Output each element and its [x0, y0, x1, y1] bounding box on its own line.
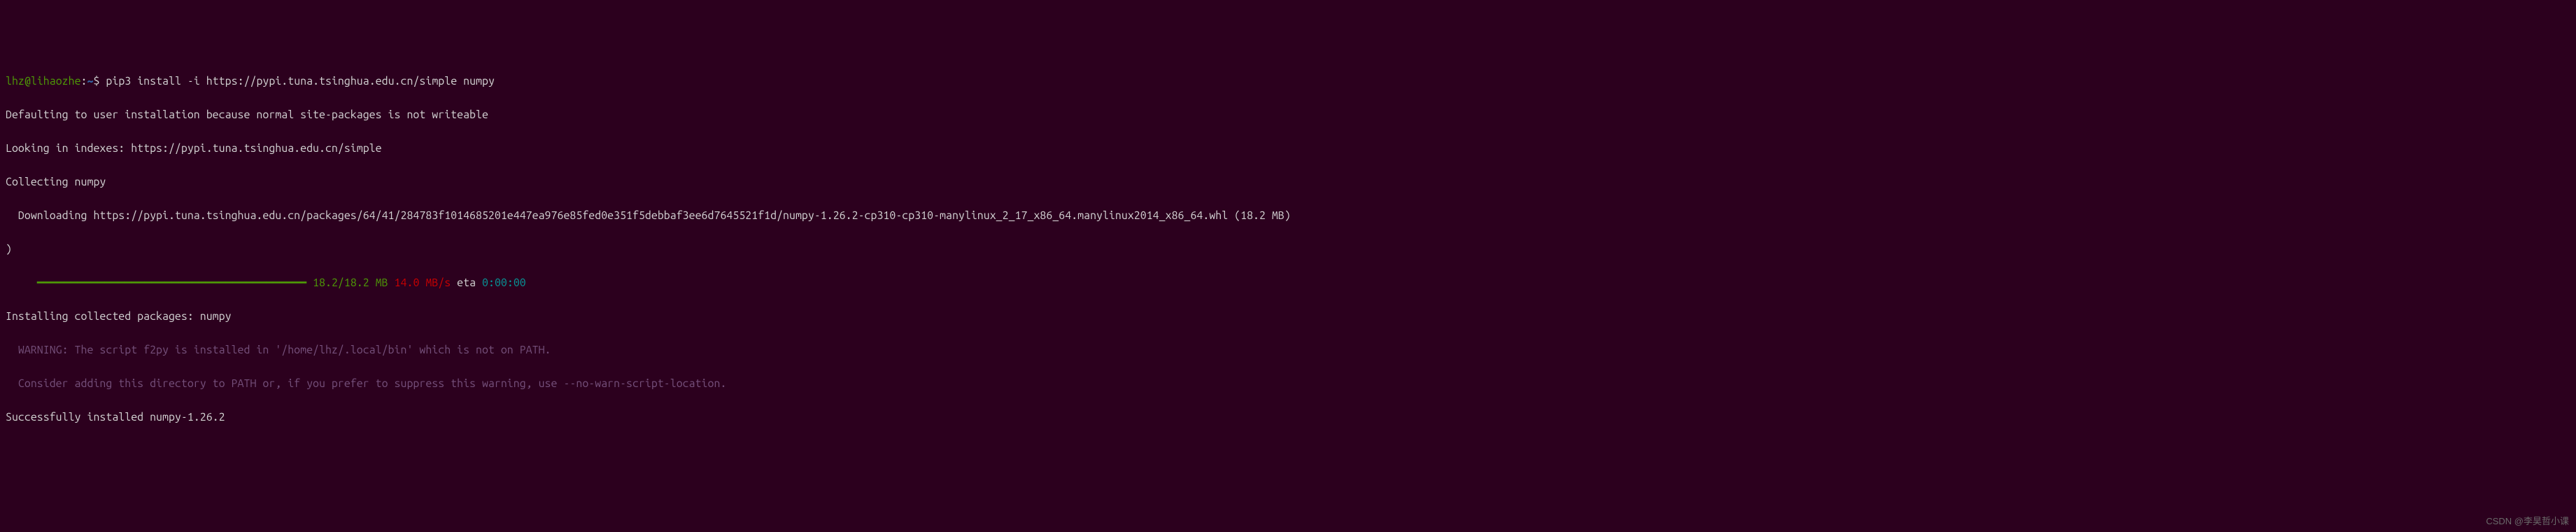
progress-line: ━━━━━━━━━━━━━━━━━━━━━━━━━━━━━━━━━━━━━━━━… [0, 274, 2576, 291]
progress-indent [6, 276, 37, 289]
output-collecting: Collecting numpy [0, 174, 2576, 190]
progress-eta: 0:00:00 [482, 276, 526, 289]
output-downloading: Downloading https://pypi.tuna.tsinghua.e… [0, 207, 2576, 224]
output-success: Successfully installed numpy-1.26.2 [0, 409, 2576, 426]
prompt-at: @ [24, 75, 31, 88]
output-warning-2: Consider adding this directory to PATH o… [0, 375, 2576, 392]
output-defaulting: Defaulting to user installation because … [0, 106, 2576, 123]
output-closing-paren: ) [0, 241, 2576, 258]
output-installing: Installing collected packages: numpy [0, 308, 2576, 325]
output-looking: Looking in indexes: https://pypi.tuna.ts… [0, 140, 2576, 157]
progress-speed: 14.0 MB/s [388, 276, 451, 289]
progress-size: 18.2/18.2 MB [306, 276, 388, 289]
watermark: CSDN @李昊哲小课 [2486, 514, 2569, 528]
progress-eta-label: eta [451, 276, 482, 289]
command-text[interactable]: pip3 install -i https://pypi.tuna.tsingh… [106, 75, 495, 88]
prompt-sep: : [81, 75, 87, 88]
prompt-host: lihaozhe [31, 75, 81, 88]
prompt-user: lhz [6, 75, 24, 88]
progress-bar-filled: ━━━━━━━━━━━━━━━━━━━━━━━━━━━━━━━━━━━━━━━━ [37, 276, 306, 289]
prompt-line: lhz@lihaozhe:~$ pip3 install -i https://… [0, 73, 2576, 90]
prompt-dollar: $ [93, 75, 106, 88]
output-warning-1: WARNING: The script f2py is installed in… [0, 342, 2576, 358]
